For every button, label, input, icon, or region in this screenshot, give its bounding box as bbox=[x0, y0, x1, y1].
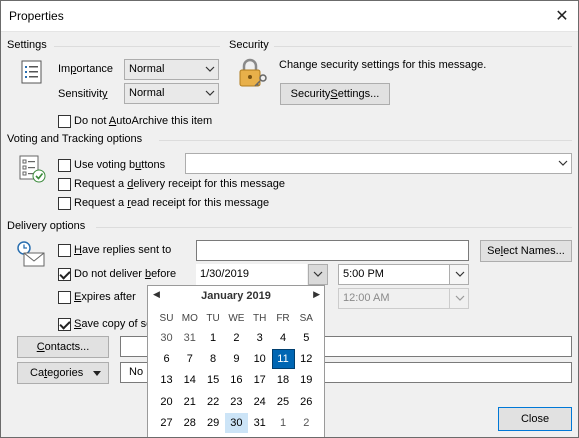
title-bar bbox=[0, 0, 579, 32]
calendar-day[interactable]: 22 bbox=[202, 392, 225, 412]
calendar-day[interactable]: 19 bbox=[295, 370, 318, 390]
do-not-deliver-label: Do not deliver before bbox=[74, 268, 177, 280]
calendar-day[interactable]: 6 bbox=[155, 349, 178, 369]
deliver-time-dropdown[interactable]: 5:00 PM bbox=[338, 264, 469, 285]
calendar-day[interactable]: 20 bbox=[155, 392, 178, 412]
expires-after-checkbox[interactable] bbox=[58, 291, 71, 304]
weekday-header: TU bbox=[206, 313, 220, 324]
security-settings-button[interactable]: Security Settings... bbox=[280, 83, 390, 105]
security-divider bbox=[274, 46, 572, 47]
autoarchive-label: Do not AutoArchive this item bbox=[74, 115, 213, 127]
categories-button[interactable]: Ca t egories bbox=[17, 362, 109, 384]
calendar-day[interactable]: 5 bbox=[295, 328, 318, 348]
calendar-day[interactable]: 12 bbox=[295, 349, 318, 369]
triangle-down-icon bbox=[93, 371, 101, 376]
use-voting-label: Use voting buttons bbox=[74, 159, 166, 171]
settings-divider bbox=[54, 46, 220, 47]
delivery-receipt-label: Request a delivery receipt for this mess… bbox=[74, 178, 285, 190]
read-receipt-checkbox[interactable] bbox=[58, 197, 71, 210]
delivery-divider bbox=[96, 227, 572, 228]
calendar-day[interactable]: 4 bbox=[272, 328, 295, 348]
calendar-day[interactable]: 21 bbox=[178, 392, 201, 412]
calendar-day[interactable]: 1 bbox=[202, 328, 225, 348]
contacts-button[interactable]: Contacts... bbox=[17, 336, 109, 358]
weekday-header: MO bbox=[181, 313, 198, 324]
chevron-down-icon bbox=[455, 293, 465, 303]
settings-list-icon bbox=[20, 60, 44, 84]
calendar-day[interactable]: 7 bbox=[178, 349, 201, 369]
expires-after-label: Expires after bbox=[74, 291, 136, 303]
use-voting-checkbox[interactable] bbox=[58, 159, 71, 172]
replies-to-input[interactable] bbox=[196, 240, 469, 261]
calendar-day[interactable]: 14 bbox=[178, 370, 201, 390]
save-copy-label: Save copy of se bbox=[74, 318, 153, 330]
have-replies-label: Have replies sent to bbox=[74, 244, 172, 256]
importance-label: Importance bbox=[58, 63, 114, 75]
window-title: Properties bbox=[9, 9, 64, 23]
weekday-header: SU bbox=[159, 313, 174, 324]
sensitivity-label: Sensitivity bbox=[58, 88, 108, 100]
chevron-down-icon bbox=[313, 269, 323, 279]
delivery-clock-envelope-icon bbox=[15, 240, 47, 268]
next-month-icon[interactable]: ▶ bbox=[313, 289, 320, 300]
calendar-day[interactable]: 26 bbox=[295, 392, 318, 412]
expires-time-dropdown[interactable]: 12:00 AM bbox=[338, 288, 469, 309]
delivery-receipt-checkbox[interactable] bbox=[58, 178, 71, 191]
calendar-day[interactable]: 31 bbox=[248, 413, 271, 433]
calendar-day[interactable]: 28 bbox=[178, 413, 201, 433]
settings-heading: Settings bbox=[7, 39, 47, 51]
voting-divider bbox=[159, 140, 572, 141]
delivery-heading: Delivery options bbox=[7, 220, 86, 232]
calendar-day[interactable]: 10 bbox=[248, 349, 271, 369]
sensitivity-dropdown[interactable]: Normal bbox=[124, 83, 219, 104]
voting-heading: Voting and Tracking options bbox=[7, 133, 143, 145]
close-window-icon[interactable]: ✕ bbox=[545, 0, 579, 31]
calendar-day[interactable]: 3 bbox=[248, 328, 271, 348]
weekday-header: SA bbox=[299, 313, 313, 324]
chevron-down-icon bbox=[205, 88, 215, 98]
calendar-day[interactable]: 18 bbox=[272, 370, 295, 390]
calendar-day[interactable]: 1 bbox=[272, 413, 295, 433]
calendar-day[interactable]: 27 bbox=[155, 413, 178, 433]
date-picker-calendar[interactable]: ◀ January 2019 ▶ SU MO TU WE TH FR SA 30 31 1 2 3 4 5… bbox=[147, 285, 325, 438]
calendar-day[interactable]: 30 bbox=[224, 412, 248, 433]
close-button[interactable]: Close bbox=[498, 407, 572, 431]
calendar-day[interactable]: 16 bbox=[225, 370, 248, 390]
lock-key-icon bbox=[236, 56, 270, 90]
calendar-day[interactable]: 2 bbox=[295, 413, 318, 433]
have-replies-checkbox[interactable] bbox=[58, 244, 71, 257]
calendar-day[interactable]: 30 bbox=[155, 328, 178, 348]
importance-dropdown[interactable]: Normal bbox=[124, 59, 219, 80]
chevron-down-icon bbox=[455, 269, 465, 279]
read-receipt-label: Request a read receipt for this message bbox=[74, 197, 270, 209]
calendar-day[interactable]: 31 bbox=[178, 328, 201, 348]
security-description: Change security settings for this messag… bbox=[279, 59, 487, 71]
chevron-down-icon bbox=[558, 158, 568, 168]
calendar-month-title: January 2019 bbox=[201, 290, 271, 302]
autoarchive-checkbox[interactable] bbox=[58, 115, 71, 128]
calendar-day[interactable]: 23 bbox=[225, 392, 248, 412]
save-copy-checkbox[interactable] bbox=[58, 318, 71, 331]
calendar-day[interactable]: 17 bbox=[248, 370, 271, 390]
weekday-header: WE bbox=[228, 313, 245, 324]
calendar-day[interactable]: 24 bbox=[248, 392, 271, 412]
select-names-button[interactable]: Se l ect Names... bbox=[480, 240, 572, 262]
do-not-deliver-checkbox[interactable] bbox=[58, 268, 71, 281]
calendar-day[interactable]: 11 bbox=[271, 349, 295, 370]
calendar-day[interactable]: 29 bbox=[202, 413, 225, 433]
calendar-day[interactable]: 13 bbox=[155, 370, 178, 390]
security-heading: Security bbox=[229, 39, 269, 51]
voting-buttons-dropdown[interactable] bbox=[185, 153, 572, 174]
calendar-day[interactable]: 9 bbox=[225, 349, 248, 369]
voting-checklist-icon bbox=[17, 154, 47, 184]
deliver-date-input[interactable]: 1/30/2019 bbox=[196, 264, 307, 285]
chevron-down-icon bbox=[205, 64, 215, 74]
deliver-date-dropdown-button[interactable] bbox=[308, 264, 328, 285]
calendar-day[interactable]: 25 bbox=[272, 392, 295, 412]
weekday-header: TH bbox=[253, 313, 267, 324]
calendar-day[interactable]: 15 bbox=[202, 370, 225, 390]
weekday-header: FR bbox=[276, 313, 290, 324]
calendar-day[interactable]: 8 bbox=[202, 349, 225, 369]
calendar-day[interactable]: 2 bbox=[225, 328, 248, 348]
